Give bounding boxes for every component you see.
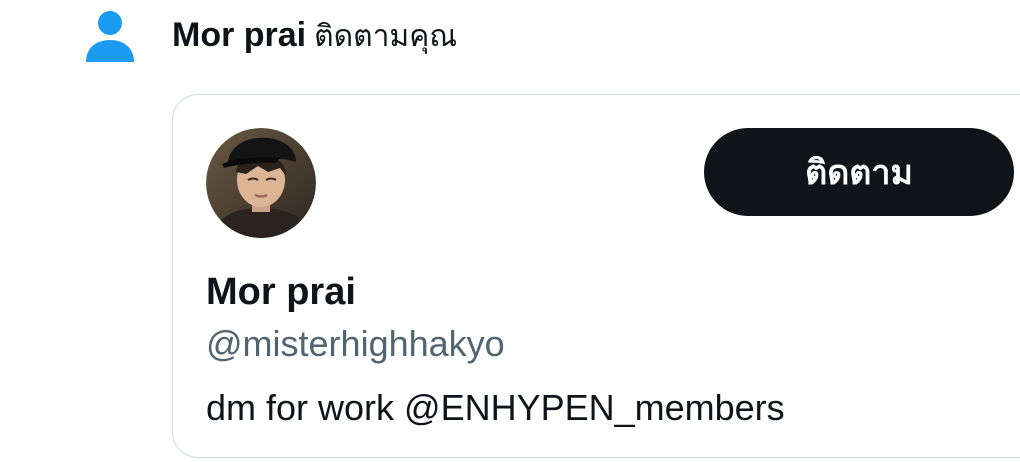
person-icon [86, 10, 134, 64]
user-card[interactable]: ติดตาม Mor prai @misterhighhakyo dm for … [172, 94, 1020, 458]
user-handle[interactable]: @misterhighhakyo [206, 321, 505, 367]
notification-text: Mor prai ติดตามคุณ [172, 12, 457, 60]
notification-user-name[interactable]: Mor prai [172, 16, 306, 54]
avatar[interactable] [206, 128, 316, 238]
notification-action: ติดตามคุณ [314, 19, 458, 54]
display-name[interactable]: Mor prai [206, 269, 356, 315]
follow-button[interactable]: ติดตาม [704, 128, 1014, 216]
user-bio: dm for work @ENHYPEN_members [206, 387, 785, 428]
follow-notification[interactable]: Mor prai ติดตามคุณ ติดตาม Mor prai @mist… [0, 0, 1020, 462]
